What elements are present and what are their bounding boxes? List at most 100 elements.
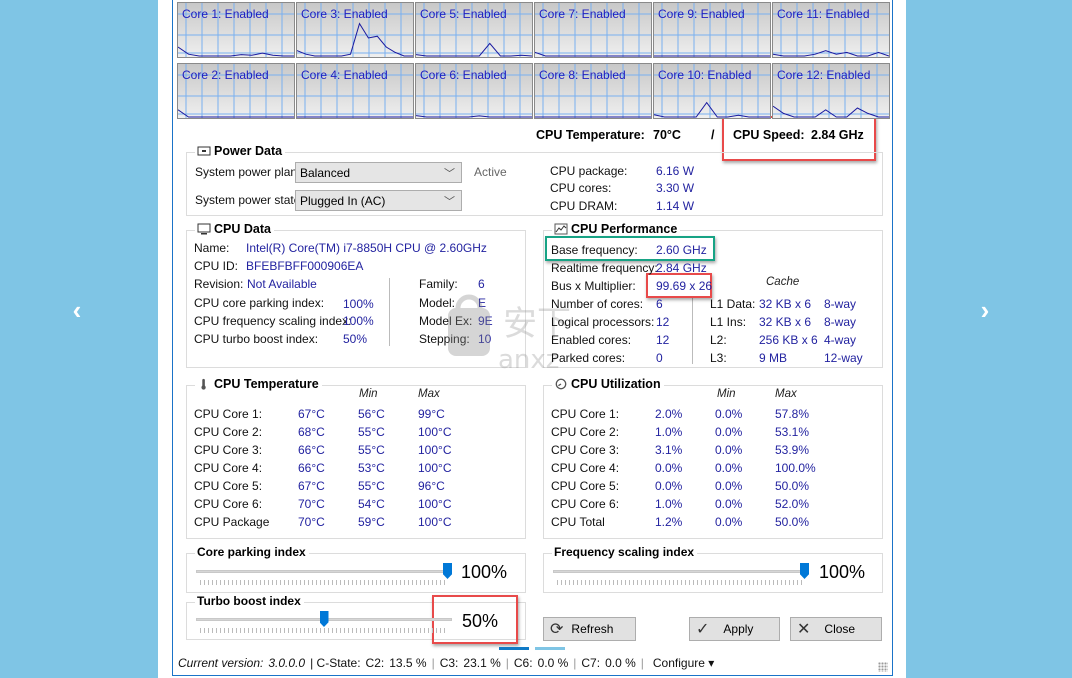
core-graph-label: Core 1: Enabled [182,7,269,21]
cstate-label: | C-State: [310,656,361,670]
page-indicator-active[interactable] [499,647,529,650]
configure-menu[interactable]: Configure ▾ [653,656,714,670]
core-graph-label: Core 12: Enabled [777,68,871,82]
core-graph-label: Core 5: Enabled [420,7,507,21]
family-value: 6 [478,277,485,291]
power-state-value: Plugged In (AC) [300,194,386,208]
temp-row-label: CPU Core 2: [194,425,263,439]
slider-track[interactable] [553,570,809,573]
util-current: 0.0% [655,479,683,493]
core-usage-line [297,22,413,57]
core-graph: Core 6: Enabled [415,63,533,119]
apply-button[interactable]: ✓ Apply [689,617,780,641]
util-row-label: CPU Core 4: [551,461,620,475]
temp-min: 54°C [358,497,385,511]
temp-min: 55°C [358,425,385,439]
turbo-boost-value: 50% [462,611,499,631]
perf-row-label: Bus x Multiplier: [551,279,636,293]
version-label: Current version: [178,656,264,670]
core-usage-line [773,105,889,118]
perf-row-value: 0 [656,351,663,365]
model-ex-value: 9E [478,314,493,328]
temp-current: 66°C [298,443,325,457]
turbo-boost-index-value: 50% [343,332,368,346]
util-row-label: CPU Core 2: [551,425,620,439]
c2-label: C2: [365,656,385,670]
temp-max: 100°C [418,443,452,457]
cache-way: 8-way [824,297,857,311]
next-arrow-icon[interactable]: › [970,295,1000,325]
temp-row-label: CPU Core 3: [194,443,263,457]
util-min: 0.0% [715,479,743,493]
resize-grip-icon[interactable] [878,662,888,672]
slider-ticks [200,628,448,633]
core-parking-index-value: 100% [343,297,374,311]
util-max: 50.0% [775,515,810,529]
model-value: E [478,296,487,310]
power-plan-label: System power plan: [195,165,301,179]
core-graph-label: Core 3: Enabled [301,7,388,21]
refresh-button[interactable]: ⟳ Refresh [543,617,636,641]
core-graph-label: Core 9: Enabled [658,7,745,21]
prev-arrow-icon[interactable]: ‹ [62,295,92,325]
cpu-temperature-title-text: CPU Temperature [214,377,319,391]
chevron-down-icon: ﹀ [444,196,455,208]
frequency-scaling-index-value: 100% [343,314,374,328]
turbo-boost-title: Turbo boost index [195,594,304,608]
temp-max: 96°C [418,479,445,493]
cache-way: 12-way [824,351,863,365]
cpu-speed-label: CPU Speed: [733,128,805,142]
perf-row-label: Base frequency: [551,243,638,257]
cpu-dram-power-label: CPU DRAM: [550,199,618,213]
core-graph: Core 2: Enabled [177,63,295,119]
perf-row-label: Logical processors: [551,315,655,329]
performance-chart-icon [554,223,568,235]
cpu-data-title-text: CPU Data [214,222,271,236]
util-row-label: CPU Core 5: [551,479,620,493]
close-button[interactable]: ✕ Close [790,617,882,641]
thermometer-icon [201,378,206,390]
util-max: 53.9% [775,443,810,457]
temp-current: 70°C [298,515,325,529]
cache-separator [692,296,693,364]
c7-label: C7: [581,656,601,670]
separator: | [505,656,509,670]
power-plan-select[interactable]: Balanced ﹀ [295,162,462,183]
power-state-select[interactable]: Plugged In (AC) ﹀ [295,190,462,211]
refresh-icon: ⟳ [550,621,564,638]
slider-track[interactable] [196,570,452,573]
core-graph: Core 11: Enabled [772,2,890,58]
temp-max: 100°C [418,515,452,529]
page-indicator[interactable] [535,647,565,650]
core-graph: Core 5: Enabled [415,2,533,58]
stepping-value: 10 [478,332,492,346]
model-ex-label: Model Ex: [419,314,473,328]
cpu-temperature-value: 70°C [653,128,681,142]
util-min: 0.0% [715,515,743,529]
cpu-cores-power-label: CPU cores: [550,181,612,195]
temp-max-header: Max [418,388,440,400]
util-max: 100.0% [775,461,816,475]
util-current: 2.0% [655,407,683,421]
stepping-label: Stepping: [419,332,470,346]
core-graph-label: Core 11: Enabled [777,7,870,21]
battery-icon [197,146,211,156]
cache-size: 9 MB [759,351,788,365]
util-max-header: Max [775,388,797,400]
cpu-name-value: Intel(R) Core(TM) i7-8850H CPU @ 2.60GHz [246,241,487,255]
perf-row-value: 6 [656,297,663,311]
cpu-cores-power-value: 3.30 W [656,181,695,195]
temp-min: 55°C [358,479,385,493]
core-parking-value: 100% [461,562,508,582]
power-state-label: System power state: [195,193,304,207]
frequency-scaling-value: 100% [819,562,866,582]
util-current: 1.2% [655,515,683,529]
util-min: 0.0% [715,425,743,439]
perf-row-label: Parked cores: [551,351,626,365]
family-label: Family: [419,277,458,291]
util-max: 50.0% [775,479,810,493]
refresh-label: Refresh [571,622,614,636]
temp-min-header: Min [359,388,378,400]
cpu-package-power-label: CPU package: [550,164,628,178]
separator: | [431,656,435,670]
